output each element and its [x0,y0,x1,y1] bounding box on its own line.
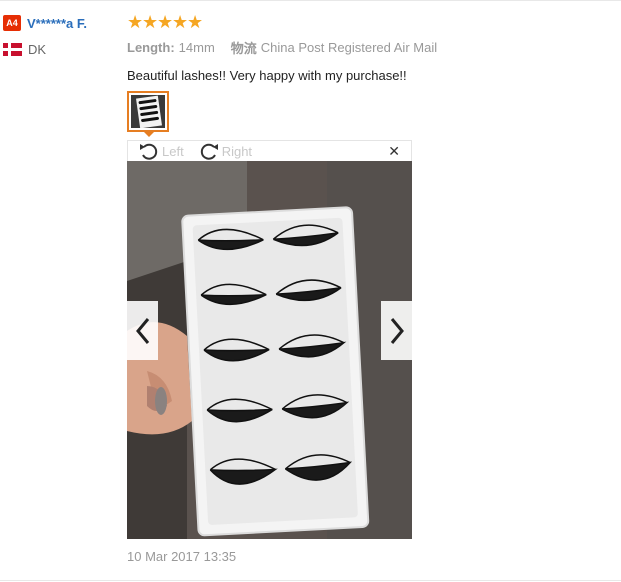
star-icon: ★ [127,12,144,32]
chevron-right-icon [390,317,404,344]
rotate-right-label: Right [221,143,253,159]
rotate-left-label: Left [162,143,184,159]
review-text: Beautiful lashes!! Very happy with my pu… [127,68,407,83]
close-icon[interactable]: ✕ [388,143,400,160]
buyer-info: A4 V******a F. DK [3,14,118,57]
rotate-left-button[interactable]: Left [138,141,184,161]
rotate-right-icon [200,143,218,160]
star-rating: ★ ★ ★ ★ ★ [127,13,607,31]
buyer-level-badge: A4 [3,15,21,31]
star-icon: ★ [157,12,174,32]
image-viewer-toolbar: Left Right ✕ [127,140,412,162]
rotate-left-icon [140,143,158,160]
bottom-divider [0,580,621,581]
next-photo-button[interactable] [381,301,412,360]
top-divider [0,0,621,1]
buyer-name: V******a F. [27,15,87,31]
length-label: Length: [127,40,175,55]
shipping-value: China Post Registered Air Mail [260,40,438,55]
previous-photo-button[interactable] [127,301,158,360]
denmark-flag-icon [3,42,22,56]
chevron-left-icon [135,317,149,344]
star-icon: ★ [187,12,204,32]
star-icon: ★ [172,12,189,32]
review-photo [127,161,412,539]
review-date: 10 Mar 2017 13:35 [127,549,237,564]
product-attributes: Length: 14mm 物流 China Post Registered Ai… [127,38,607,57]
rotate-right-button[interactable]: Right [198,141,252,161]
review-photo-thumbnail[interactable] [127,91,169,132]
review-body: ★ ★ ★ ★ ★ Length: 14mm 物流 China Post Registe… [127,13,607,83]
thumbnail-pointer [143,131,155,137]
buyer-country: DK [28,41,47,57]
shipping-label: 物流 [230,41,257,56]
length-value: 14mm [178,40,215,55]
star-icon: ★ [142,12,159,32]
